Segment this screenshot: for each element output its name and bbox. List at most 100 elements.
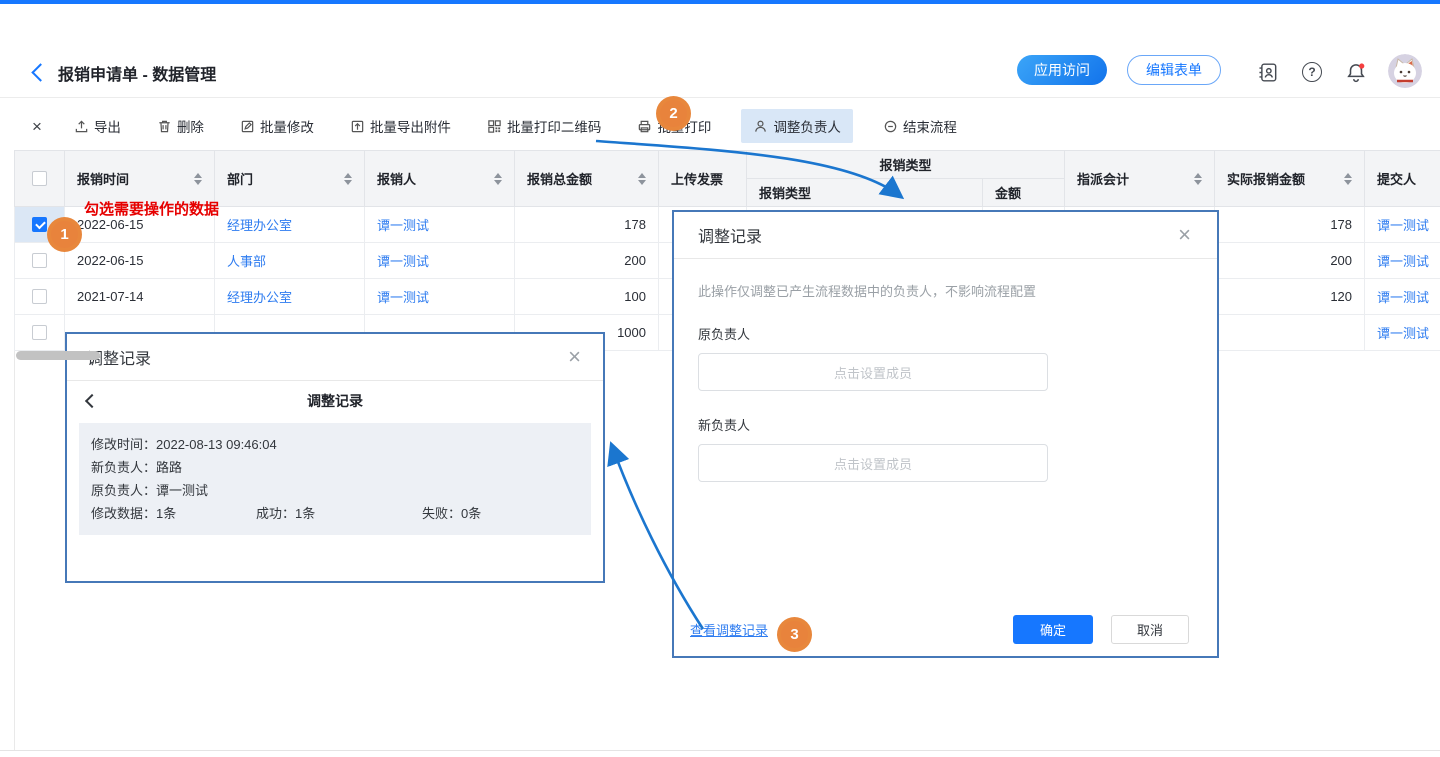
sort-icon[interactable] xyxy=(638,173,646,185)
back-icon[interactable] xyxy=(31,63,49,81)
column-label: 提交人 xyxy=(1377,169,1416,188)
select-all-checkbox[interactable] xyxy=(32,171,47,186)
cell-link[interactable]: 谭一测试 xyxy=(377,254,429,269)
original-owner-picker[interactable]: 点击设置成员 xyxy=(698,353,1048,391)
row-checkbox[interactable] xyxy=(32,325,47,340)
original-owner-label: 原负责人 xyxy=(698,324,1193,343)
step-badge-2: 2 xyxy=(656,96,691,131)
adjust-dialog-title: 调整记录 xyxy=(698,223,762,247)
cancel-button[interactable]: 取消 xyxy=(1111,615,1189,644)
adjust-dialog-hint: 此操作仅调整已产生流程数据中的负责人，不影响流程配置 xyxy=(698,281,1193,300)
toolbar-item-qrcode[interactable]: 批量打印二维码 xyxy=(481,109,608,143)
cell-check xyxy=(15,279,65,315)
confirm-button[interactable]: 确定 xyxy=(1013,615,1093,644)
cell-link[interactable]: 谭一测试 xyxy=(377,290,429,305)
record-card: 修改时间：2022-08-13 09:46:04 新负责人：路路 原负责人：谭一… xyxy=(79,423,591,535)
sort-icon[interactable] xyxy=(1344,173,1352,185)
trash-icon xyxy=(157,119,172,134)
col-accountant[interactable]: 指派会计 xyxy=(1065,151,1215,207)
edit-form-button[interactable]: 编辑表单 xyxy=(1127,55,1221,85)
cell-link[interactable]: 谭一测试 xyxy=(377,218,429,233)
adjust-record-dialog: 调整记录 × 调整记录 修改时间：2022-08-13 09:46:04 新负责… xyxy=(65,332,605,583)
col-type: 报销类型 xyxy=(747,179,983,207)
cell-total: 200 xyxy=(515,243,659,279)
toolbar-item-trash[interactable]: 删除 xyxy=(151,109,210,143)
col-total[interactable]: 报销总金额 xyxy=(515,151,659,207)
export-attach-icon xyxy=(350,119,365,134)
col-dept[interactable]: 部门 xyxy=(215,151,365,207)
record-sub-title: 调整记录 xyxy=(97,391,573,411)
column-label: 指派会计 xyxy=(1077,169,1129,188)
record-dialog-close-icon[interactable]: × xyxy=(568,346,581,368)
end-flow-icon xyxy=(883,119,898,134)
cell-dept: 经理办公室 xyxy=(215,207,365,243)
col-submitter: 提交人 xyxy=(1365,151,1440,207)
page-title: 报销申请单 - 数据管理 xyxy=(58,61,216,85)
row-checkbox[interactable] xyxy=(32,217,47,232)
person-icon xyxy=(753,119,768,134)
cell-actual xyxy=(1215,315,1365,351)
col-group: 报销类型 xyxy=(747,151,1065,179)
adjust-dialog-close-icon[interactable]: × xyxy=(1178,224,1191,246)
cell-person: 谭一测试 xyxy=(365,207,515,243)
cell-dept: 人事部 xyxy=(215,243,365,279)
column-label: 报销总金额 xyxy=(527,169,592,188)
horizontal-scrollbar-thumb[interactable] xyxy=(16,351,100,360)
help-icon[interactable]: ? xyxy=(1300,60,1324,84)
record-stat-success: 成功：1条 xyxy=(256,502,422,525)
column-label: 部门 xyxy=(227,169,253,188)
record-stat-failed: 失败：0条 xyxy=(422,502,481,525)
toolbar-item-export-attach[interactable]: 批量导出附件 xyxy=(344,109,457,143)
new-owner-label: 新负责人 xyxy=(698,415,1193,434)
cell-link[interactable]: 经理办公室 xyxy=(227,218,292,233)
column-label: 报销人 xyxy=(377,169,416,188)
record-stat-modified: 修改数据：1条 xyxy=(91,502,256,525)
cell-link[interactable]: 人事部 xyxy=(227,254,266,269)
row-checkbox[interactable] xyxy=(32,289,47,304)
page: 报销申请单 - 数据管理 应用访问 编辑表单 ? xyxy=(0,0,1440,757)
toolbar-item-export[interactable]: 导出 xyxy=(68,109,127,143)
toolbar-item-person[interactable]: 调整负责人 xyxy=(741,109,853,143)
step-badge-3: 3 xyxy=(777,617,812,652)
column-label: 上传发票 xyxy=(671,169,723,188)
toolbar-item-label: 批量打印二维码 xyxy=(507,116,602,136)
toolbar-item-label: 批量导出附件 xyxy=(370,116,451,136)
edit-icon xyxy=(240,119,255,134)
app-access-button[interactable]: 应用访问 xyxy=(1017,55,1107,85)
cell-link[interactable]: 经理办公室 xyxy=(227,290,292,305)
toolbar-item-end-flow[interactable]: 结束流程 xyxy=(877,109,963,143)
cell-link[interactable]: 谭一测试 xyxy=(1377,254,1429,269)
user-avatar[interactable] xyxy=(1388,54,1422,88)
notification-bell-icon[interactable] xyxy=(1344,60,1368,84)
page-bottom-border xyxy=(0,750,1440,751)
sort-icon[interactable] xyxy=(494,173,502,185)
export-icon xyxy=(74,119,89,134)
toolbar-item-edit[interactable]: 批量修改 xyxy=(234,109,320,143)
toolbar-close-icon[interactable]: × xyxy=(32,118,42,135)
col-invoice: 上传发票 xyxy=(659,151,747,207)
row-checkbox[interactable] xyxy=(32,253,47,268)
step-badge-1: 1 xyxy=(47,217,82,252)
sort-icon[interactable] xyxy=(194,173,202,185)
annotation-check-data: 勾选需要操作的数据 xyxy=(84,198,219,219)
record-new-owner: 新负责人：路路 xyxy=(91,456,579,479)
sort-icon[interactable] xyxy=(1194,173,1202,185)
column-label: 报销时间 xyxy=(77,169,129,188)
col-actual[interactable]: 实际报销金额 xyxy=(1215,151,1365,207)
col-person[interactable]: 报销人 xyxy=(365,151,515,207)
cell-total: 100 xyxy=(515,279,659,315)
record-old-owner: 原负责人：谭一测试 xyxy=(91,479,579,502)
toolbar-item-label: 结束流程 xyxy=(903,116,957,136)
cell-actual: 120 xyxy=(1215,279,1365,315)
cell-link[interactable]: 谭一测试 xyxy=(1377,218,1429,233)
contacts-icon[interactable] xyxy=(1256,60,1280,84)
cell-link[interactable]: 谭一测试 xyxy=(1377,326,1429,341)
view-records-link[interactable]: 查看调整记录 xyxy=(690,620,768,639)
sort-icon[interactable] xyxy=(344,173,352,185)
col-check xyxy=(15,151,65,207)
qrcode-icon xyxy=(487,119,502,134)
cell-link[interactable]: 谭一测试 xyxy=(1377,290,1429,305)
new-owner-picker[interactable]: 点击设置成员 xyxy=(698,444,1048,482)
batch-toolbar: × 导出删除批量修改批量导出附件批量打印二维码批量打印调整负责人结束流程 xyxy=(0,104,1440,148)
cell-date: 2022-06-15 xyxy=(65,243,215,279)
